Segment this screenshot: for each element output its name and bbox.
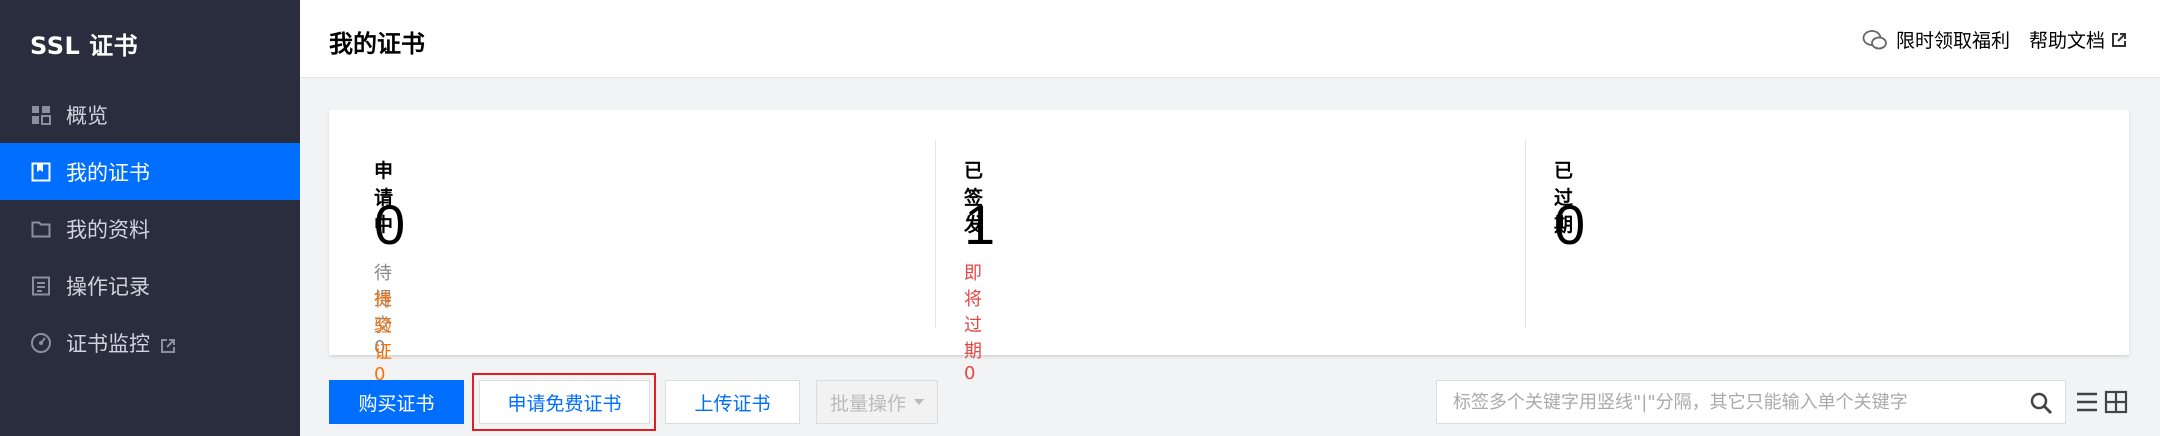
sidebar-item-label: 操作记录 bbox=[66, 274, 150, 299]
search-input[interactable] bbox=[1437, 381, 2017, 423]
welfare-link[interactable]: 限时领取福利 bbox=[1862, 26, 2010, 53]
help-docs-link[interactable]: 帮助文档 bbox=[2029, 26, 2127, 53]
batch-operations-label: 批量操作 bbox=[829, 392, 906, 415]
batch-operations-dropdown[interactable]: 批量操作 bbox=[816, 380, 938, 424]
list-view-icon[interactable] bbox=[2075, 390, 2099, 418]
search-box bbox=[1436, 380, 2066, 424]
stat-value: 1 bbox=[964, 193, 996, 256]
upload-certificate-button[interactable]: 上传证书 bbox=[665, 380, 800, 424]
caret-down-icon bbox=[914, 399, 924, 405]
help-docs-label: 帮助文档 bbox=[2029, 30, 2106, 52]
sidebar-item-my-certificates[interactable]: 我的证书 bbox=[0, 143, 300, 200]
sidebar-item-label: 我的资料 bbox=[66, 217, 150, 242]
sidebar: SSL 证书 概览 我的证书 我的资料 操作记录 证书监控 bbox=[0, 0, 300, 436]
sidebar-title: SSL 证书 bbox=[30, 32, 139, 60]
stat-value: 0 bbox=[374, 193, 406, 256]
stats-card: 申请中 0 待提交 0 待验证 0 已签发 1 即将过期 0 已过期 0 bbox=[329, 110, 2129, 385]
expiring-count[interactable]: 即将过期 0 bbox=[964, 259, 982, 384]
folder-icon bbox=[30, 218, 52, 240]
sidebar-item-cert-monitor[interactable]: 证书监控 bbox=[0, 314, 300, 371]
monitor-icon bbox=[30, 332, 52, 354]
search-icon[interactable] bbox=[2029, 391, 2053, 419]
wechat-icon bbox=[1862, 29, 1887, 49]
sidebar-item-label: 我的证书 bbox=[66, 160, 150, 185]
sidebar-item-operation-log[interactable]: 操作记录 bbox=[0, 257, 300, 314]
log-icon bbox=[30, 275, 52, 297]
external-link-icon bbox=[2112, 32, 2127, 47]
grid-icon bbox=[30, 104, 52, 126]
welfare-link-label: 限时领取福利 bbox=[1896, 30, 2011, 52]
sidebar-item-overview[interactable]: 概览 bbox=[0, 86, 300, 143]
certificate-icon bbox=[30, 161, 52, 183]
page-header: 我的证书 限时领取福利 帮助文档 bbox=[300, 0, 2160, 78]
divider bbox=[935, 140, 936, 328]
pending-verify-count[interactable]: 待验证 0 bbox=[374, 286, 392, 385]
apply-free-certificate-button[interactable]: 申请免费证书 bbox=[479, 380, 650, 424]
external-link-icon bbox=[160, 335, 176, 353]
sidebar-item-label: 证书监控 bbox=[66, 331, 150, 356]
divider bbox=[1525, 140, 1526, 328]
sidebar-item-my-info[interactable]: 我的资料 bbox=[0, 200, 300, 257]
stat-value: 0 bbox=[1554, 193, 1586, 256]
sidebar-item-label: 概览 bbox=[66, 103, 108, 128]
grid-view-icon[interactable] bbox=[2104, 390, 2128, 418]
page-title: 我的证书 bbox=[329, 30, 425, 58]
buy-certificate-button[interactable]: 购买证书 bbox=[329, 380, 464, 424]
